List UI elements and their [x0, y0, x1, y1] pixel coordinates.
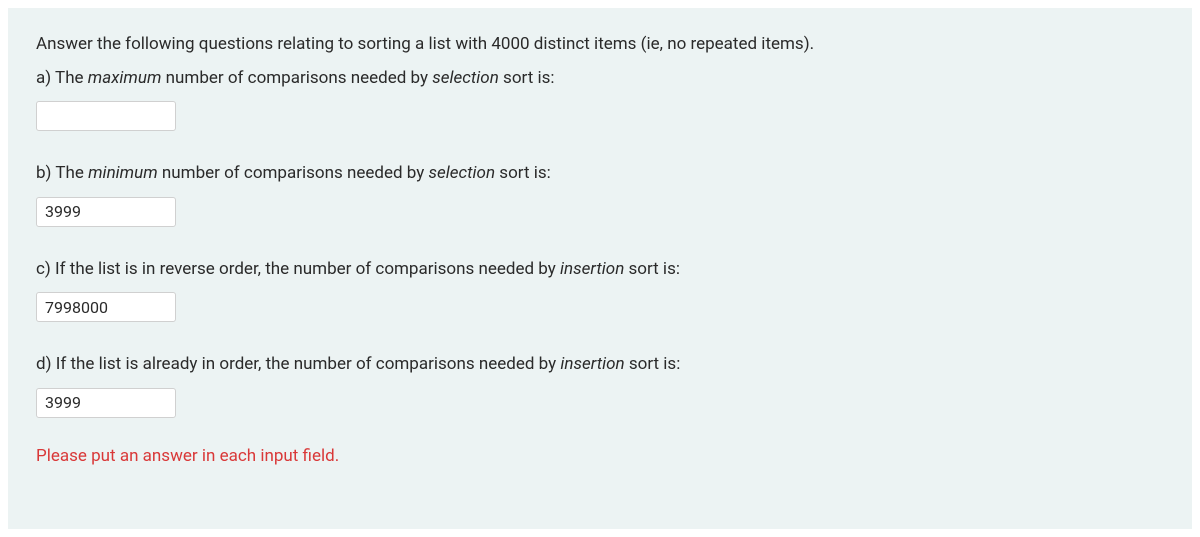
question-b-em2: selection	[429, 163, 496, 183]
error-message: Please put an answer in each input field…	[36, 446, 1164, 466]
answer-input-d[interactable]	[36, 388, 176, 418]
question-d-prefix: d) If the list is already in order, the …	[36, 354, 560, 374]
question-b-suffix: sort is:	[495, 163, 551, 183]
question-c-prefix: c) If the list is in reverse order, the …	[36, 259, 560, 279]
question-a-prefix: a) The	[36, 68, 88, 88]
question-b: b) The minimum number of comparisons nee…	[36, 161, 1164, 187]
answer-input-a[interactable]	[36, 101, 176, 131]
question-a-suffix: sort is:	[499, 68, 555, 88]
question-a-em1: maximum	[88, 68, 162, 88]
question-b-mid: number of comparisons needed by	[158, 163, 429, 183]
question-c: c) If the list is in reverse order, the …	[36, 257, 1164, 283]
question-c-em1: insertion	[560, 259, 624, 279]
question-a-mid: number of comparisons needed by	[161, 68, 432, 88]
question-a: a) The maximum number of comparisons nee…	[36, 66, 1164, 92]
question-b-em1: minimum	[88, 163, 158, 183]
question-d-suffix: sort is:	[625, 354, 681, 374]
answer-input-c[interactable]	[36, 292, 176, 322]
answer-input-b[interactable]	[36, 197, 176, 227]
question-d: d) If the list is already in order, the …	[36, 352, 1164, 378]
question-a-em2: selection	[432, 68, 499, 88]
question-container: Answer the following questions relating …	[8, 8, 1192, 529]
question-c-suffix: sort is:	[624, 259, 680, 279]
question-b-prefix: b) The	[36, 163, 88, 183]
question-d-em1: insertion	[560, 354, 624, 374]
intro-text: Answer the following questions relating …	[36, 32, 1164, 58]
